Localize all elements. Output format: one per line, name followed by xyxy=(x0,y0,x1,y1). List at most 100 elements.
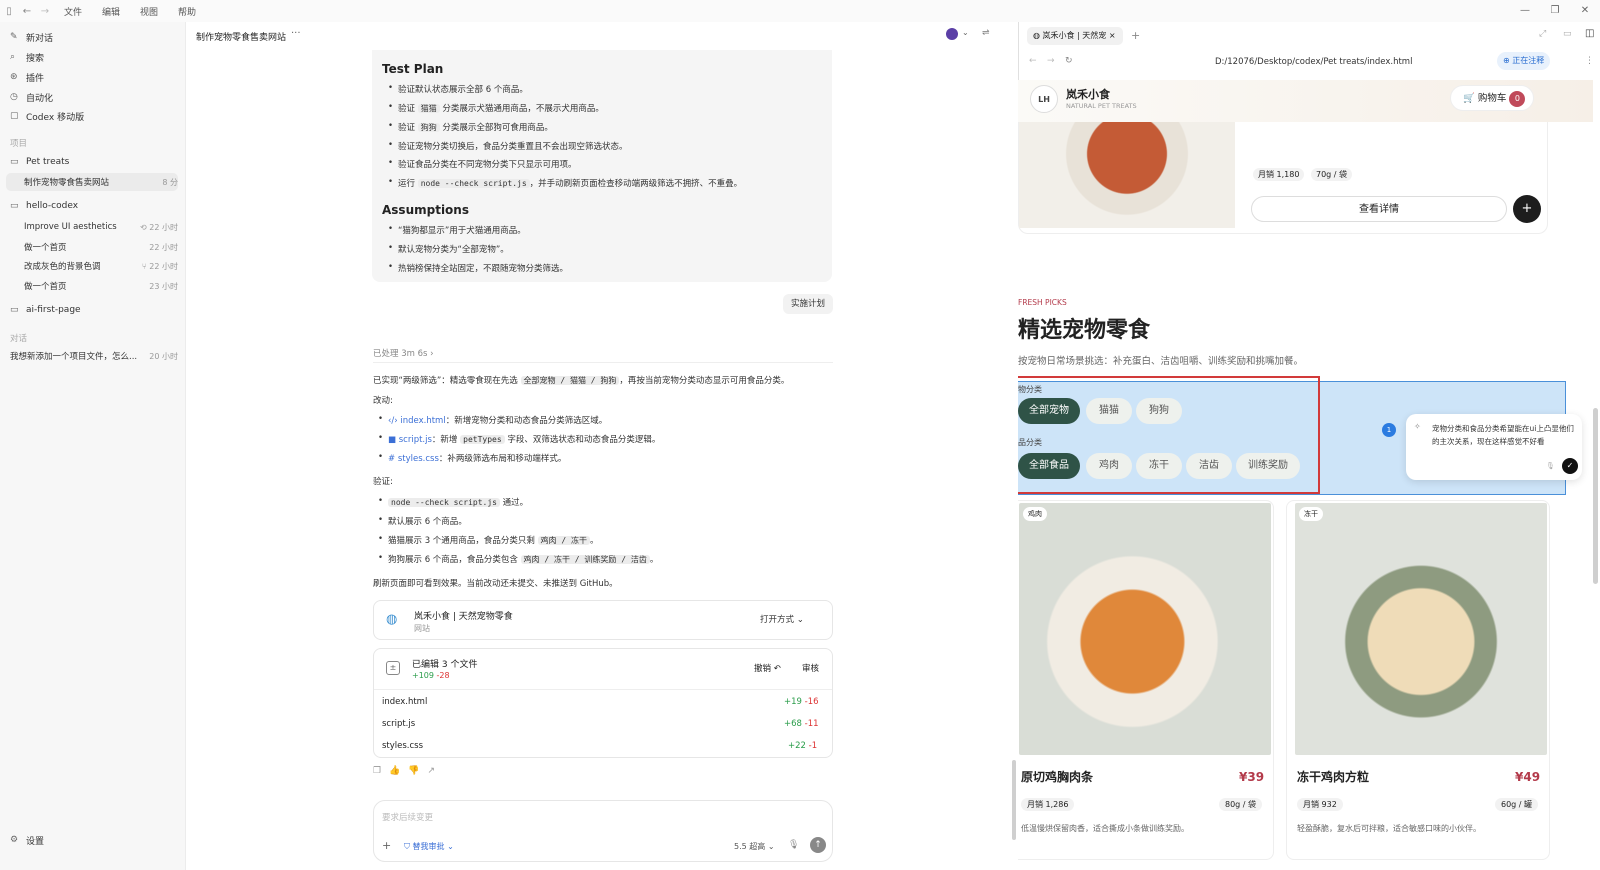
chat-item[interactable]: 我想新添加一个项目文件，怎么... 20 小时 xyxy=(10,347,178,365)
back-arrow-icon[interactable]: ← xyxy=(18,6,36,17)
undo-button[interactable]: 撤销 ↶ xyxy=(754,662,781,674)
sidebar-toggle-icon[interactable]: ▯ xyxy=(0,6,18,17)
globe-icon: ◍ xyxy=(1033,31,1040,40)
panel-toggle-icon[interactable]: ◫ xyxy=(1585,28,1594,39)
thread-title: 制作宠物零食售卖网站 xyxy=(196,33,287,43)
verify-item: 默认展示 6 个商品。 xyxy=(378,515,467,527)
diff-icon[interactable]: ⇌ xyxy=(982,28,990,38)
thread-item[interactable]: Improve UI aesthetics ⟲ 22 小时 xyxy=(24,218,178,236)
maximize-icon[interactable]: ❐ xyxy=(1540,0,1570,22)
sparkle-icon: ✧ xyxy=(1414,422,1421,431)
forward-arrow-icon[interactable]: → xyxy=(1047,56,1055,66)
file-row-name[interactable]: styles.css xyxy=(382,741,423,751)
thread-item[interactable]: 做一个首页 22 小时 xyxy=(24,238,178,256)
thumbs-up-icon[interactable]: 👍 xyxy=(389,766,408,776)
food-filter-dental[interactable]: 洁齿 xyxy=(1186,453,1232,479)
thread-item[interactable]: 制作宠物零食售卖网站 8 分 xyxy=(6,173,178,191)
site-card[interactable]: ◍ 岚禾小食 | 天然宠物零食 网站 打开方式 ⌄ xyxy=(373,600,833,640)
model-selector[interactable]: 5.5 超高 ⌄ xyxy=(734,841,775,852)
assumption-item: “猫狗都显示”用于犬猫通用商品。 xyxy=(388,224,526,236)
send-button[interactable]: ↑ xyxy=(810,837,826,853)
thumbs-down-icon[interactable]: 👎 xyxy=(408,766,427,776)
menu-view[interactable]: 视图 xyxy=(140,5,158,18)
browser-scrollbar[interactable] xyxy=(1593,408,1598,584)
pet-filter-cat[interactable]: 猫猫 xyxy=(1086,398,1132,424)
verify-label: 验证: xyxy=(373,477,393,487)
new-tab-icon[interactable]: + xyxy=(1131,29,1140,42)
annotation-number-badge[interactable]: 1 xyxy=(1382,423,1396,437)
food-filter-all[interactable]: 全部食品 xyxy=(1018,453,1080,479)
food-filter-freeze-dried[interactable]: 冻干 xyxy=(1136,453,1182,479)
chevron-down-icon: ⌄ xyxy=(796,615,804,625)
project-pet-treats[interactable]: ▭ Pet treats xyxy=(10,154,178,170)
assumption-item: 热销榜保持全站固定，不跟随宠物分类筛选。 xyxy=(388,262,568,274)
menu-file[interactable]: 文件 xyxy=(64,5,82,18)
product-image[interactable] xyxy=(1019,503,1271,755)
menu-edit[interactable]: 编辑 xyxy=(102,5,120,18)
mic-icon[interactable]: 🎙 xyxy=(1546,462,1555,470)
plus-icon[interactable]: + xyxy=(382,839,391,852)
refresh-note: 刷新页面即可看到效果。当前改动还未提交、未推送到 GitHub。 xyxy=(373,579,618,589)
pet-filter-label: 宠物分类 xyxy=(1018,385,1042,394)
mic-icon[interactable]: 🎙 xyxy=(788,840,799,850)
product-price: ¥39 xyxy=(1239,770,1265,784)
review-button[interactable]: 审核 xyxy=(802,662,819,674)
file-link[interactable]: script.js xyxy=(399,435,432,445)
product-image[interactable] xyxy=(1019,122,1235,228)
view-detail-button[interactable]: 查看详情 xyxy=(1251,196,1507,222)
more-icon[interactable]: ⋮ xyxy=(1585,56,1594,66)
url-bar[interactable]: D:/12076/Desktop/codex/Pet treats/index.… xyxy=(1215,57,1412,67)
confirm-check-button[interactable]: ✓ xyxy=(1562,458,1578,474)
menu-help[interactable]: 帮助 xyxy=(178,5,196,18)
pet-filter-all[interactable]: 全部宠物 xyxy=(1018,398,1080,424)
open-with-button[interactable]: 打开方式 ⌄ xyxy=(760,613,804,625)
add-to-cart-button[interactable]: + xyxy=(1513,195,1541,223)
browser-tab[interactable]: ◍ 岚禾小食 | 天然宠 × xyxy=(1027,27,1123,45)
implement-plan-button[interactable]: 实施计划 xyxy=(783,294,833,314)
product-name[interactable]: 原切鸡胸肉条 xyxy=(1021,768,1093,785)
sidebar-mobile[interactable]: ▢ Codex 移动版 xyxy=(10,108,178,124)
minimize-icon[interactable]: — xyxy=(1510,0,1540,22)
project-hello-codex[interactable]: ▭ hello-codex xyxy=(10,198,178,214)
copy-icon[interactable]: ❐ xyxy=(373,766,389,776)
shop-tagline: NATURAL PET TREATS xyxy=(1066,102,1137,110)
product-image[interactable] xyxy=(1295,503,1547,755)
expand-icon[interactable]: ⤢ xyxy=(1539,29,1546,39)
cart-button[interactable]: 🛒 购物车 0 xyxy=(1450,85,1534,111)
reload-icon[interactable]: ↻ xyxy=(1065,56,1073,66)
forward-arrow-icon[interactable]: → xyxy=(36,6,54,17)
back-arrow-icon[interactable]: ← xyxy=(1029,56,1037,66)
food-filter-chicken[interactable]: 鸡肉 xyxy=(1086,453,1132,479)
project-ai-first-page[interactable]: ▭ ai-first-page xyxy=(10,302,178,318)
file-row-name[interactable]: script.js xyxy=(382,719,415,729)
annotation-comment-text[interactable]: 宠物分类和食品分类希望能在ui上凸显他们的主次关系，现在这样感觉不好看 xyxy=(1432,422,1574,448)
food-filter-training[interactable]: 训练奖励 xyxy=(1236,453,1300,479)
shop-logo[interactable]: LH xyxy=(1030,85,1058,113)
thread-item[interactable]: 做一个首页 23 小时 xyxy=(24,277,178,295)
share-icon[interactable]: ↗ xyxy=(428,766,444,776)
close-icon[interactable]: × xyxy=(1109,31,1116,40)
file-row-name[interactable]: index.html xyxy=(382,697,427,707)
sidebar-automation[interactable]: ◷ 自动化 xyxy=(10,89,178,105)
settings-button[interactable]: ⚙ 设置 xyxy=(10,832,178,848)
product-name[interactable]: 冻干鸡肉方粒 xyxy=(1297,768,1369,785)
file-link[interactable]: index.html xyxy=(400,416,445,426)
thread-item[interactable]: 改成灰色的背景色调 ⑂ 22 小时 xyxy=(24,257,178,275)
window-icon[interactable]: ▭ xyxy=(1563,29,1572,39)
close-icon[interactable]: ✕ xyxy=(1570,0,1600,22)
hash-icon: # xyxy=(388,454,396,464)
file-link[interactable]: styles.css xyxy=(398,454,439,464)
more-icon[interactable]: ··· xyxy=(291,28,301,39)
chevron-down-icon[interactable]: ⌄ xyxy=(962,28,969,37)
sidebar-search[interactable]: ⌕ 搜索 xyxy=(10,49,178,65)
composer-input[interactable]: 要求后续变更 xyxy=(382,811,433,823)
chat-scrollbar[interactable] xyxy=(1012,760,1016,840)
sidebar-new-chat[interactable]: ✎ 新对话 xyxy=(10,29,178,45)
processed-label[interactable]: 已处理 3m 6s › xyxy=(373,347,434,359)
sidebar-plugins[interactable]: ⊛ 插件 xyxy=(10,69,178,85)
approval-mode-button[interactable]: ⛉ 替我审批 ⌄ xyxy=(404,841,454,852)
pet-filter-dog[interactable]: 狗狗 xyxy=(1136,398,1182,424)
product-description: 轻盈酥脆，复水后可拌粮，适合敏感口味的小伙伴。 xyxy=(1297,824,1481,833)
status-icon[interactable] xyxy=(946,28,958,40)
annotating-badge[interactable]: ⊕ 正在注释 xyxy=(1497,52,1551,70)
